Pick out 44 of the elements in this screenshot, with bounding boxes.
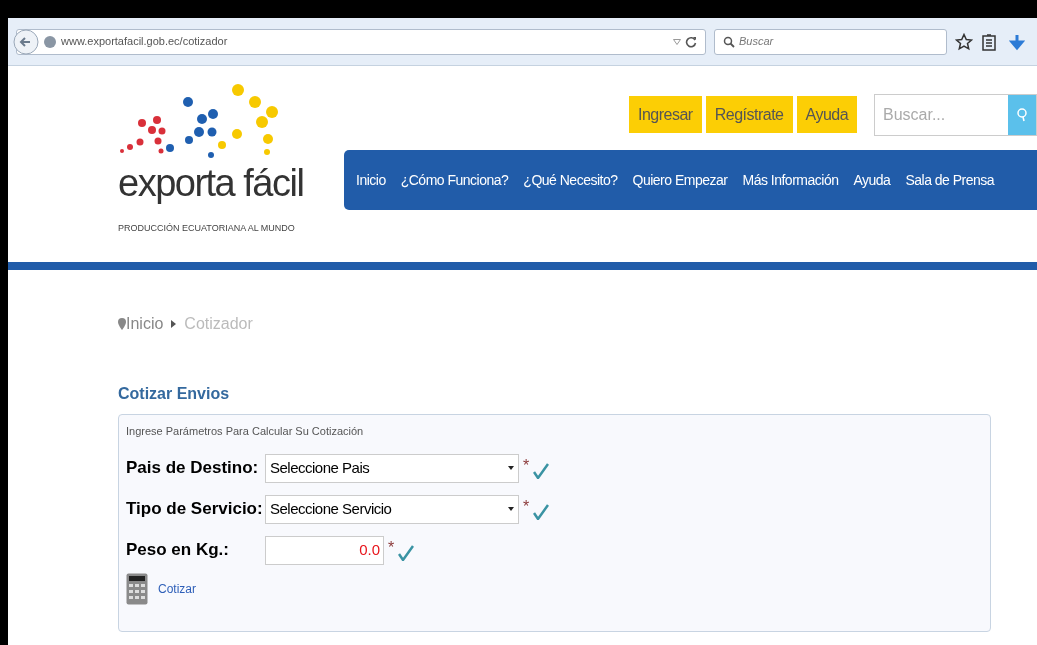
field-label: Tipo de Servicio: [126,498,264,521]
checkmark-icon [398,545,415,561]
url-text: www.exportafacil.gob.ec/cotizador [61,34,229,50]
header-button[interactable]: Regístrate [705,96,793,133]
nav-link[interactable]: Más Información [742,169,839,191]
search-icon [723,35,735,48]
required-mark: * [523,455,530,476]
number-field[interactable]: 0.0 [265,535,384,565]
checkmark-icon [533,463,550,479]
nav-link[interactable]: Sala de Prensa [905,169,995,191]
calculator-icon[interactable] [126,572,148,605]
required-mark: * [388,537,395,558]
download-icon[interactable] [1009,32,1025,51]
breadcrumb-link[interactable]: Inicio [126,312,164,336]
nav-link[interactable]: ¿Qué Necesito? [523,169,618,191]
address-bar[interactable]: www.exportafacil.gob.ec/cotizador [16,28,706,55]
logo-wordmark: exporta fácil [118,164,304,202]
breadcrumb-current: Cotizador [184,314,253,334]
section-title: Cotizar Envios [118,384,231,404]
clipboard-icon[interactable] [981,32,997,51]
dropdown-arrow-icon [508,507,514,511]
logo-tagline: PRODUCCIÓN ECUATORIANA AL MUNDO [118,222,295,235]
checkmark-icon [533,504,550,520]
field-label: Pais de Destino: [126,457,260,480]
browser-search-field[interactable]: Buscar [714,28,947,55]
dropdown-icon[interactable] [673,38,681,45]
nav-link[interactable]: Inicio [356,169,386,191]
dropdown[interactable]: Seleccione Pais [265,453,519,483]
field-label: Peso en Kg.: [126,539,230,562]
dropdown[interactable]: Seleccione Servicio [265,494,519,524]
map-pin-icon [118,318,126,330]
nav-link[interactable]: ¿Cómo Funciona? [400,169,509,191]
star-icon[interactable] [955,32,973,51]
panel-legend: Ingrese Parámetros Para Calcular Su Cotización [126,423,983,440]
dropdown-arrow-icon [508,466,514,470]
required-mark: * [523,496,530,517]
nav-link[interactable]: Ayuda [853,169,891,191]
cotizar-link[interactable]: Cotizar [158,579,196,598]
header-button[interactable]: Ayuda [796,96,858,133]
back-icon[interactable] [13,28,39,55]
nav-link[interactable]: Quiero Empezar [632,169,728,191]
chevron-icon [171,320,177,328]
header-button[interactable]: Ingresar [629,96,702,133]
reload-icon[interactable] [685,35,697,48]
